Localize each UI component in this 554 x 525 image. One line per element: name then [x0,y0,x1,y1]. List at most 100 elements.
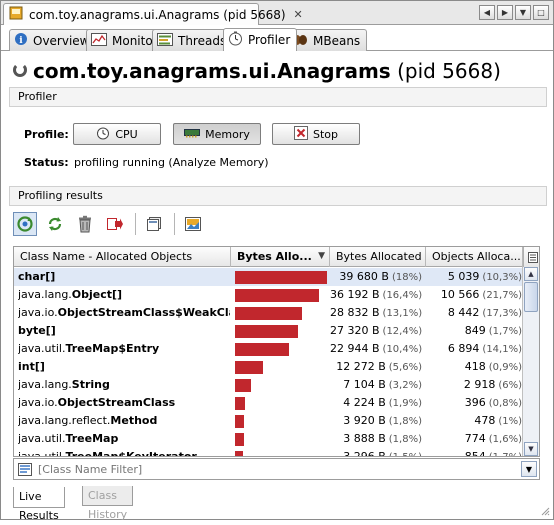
profiler-window: com.toy.anagrams.ui.Anagrams (pid 5668) … [0,0,554,522]
class-simple-name: char[] [18,270,56,283]
bytes-bar-cell [235,268,329,286]
table-row[interactable]: java.lang.String 7 104 B (3,2%) 2 918 (6%) [14,376,523,394]
bytes-allocated-cell: 3 296 B(1,5%) [330,448,422,457]
bytes-bar [235,415,244,428]
table-row[interactable]: java.io.ObjectStreamClass$WeakCla... 28 8… [14,304,523,322]
stop-button[interactable]: Stop [272,123,360,145]
take-snapshot-icon[interactable] [142,212,166,236]
table-row[interactable]: java.util.TreeMap$Entry 22 944 B (10,4%) 6 … [14,340,523,358]
bytes-value: 3 296 B [343,450,386,457]
tab-mbeans-label: MBeans [313,33,361,48]
filter-icon[interactable] [18,462,32,476]
class-name-cell: java.util.TreeMap [18,430,230,448]
objects-percent: (1%) [498,416,522,427]
reset-trash-icon[interactable] [73,212,97,236]
snapshot-export-icon[interactable] [103,212,127,236]
class-name-cell: int[] [18,358,230,376]
bytes-bar [235,271,327,284]
document-tab[interactable]: com.toy.anagrams.ui.Anagrams (pid 5668) … [3,3,303,25]
class-simple-name: TreeMap [65,432,119,445]
bytes-bar-cell [235,322,329,340]
bytes-allocated-cell: 12 272 B (5,6%) [330,358,422,376]
resize-grip-icon[interactable] [540,506,550,516]
memory-icon [184,128,201,141]
tab-live-results[interactable]: Live Results [13,487,65,522]
auto-refresh-icon[interactable] [13,212,37,236]
scroll-thumb[interactable] [524,282,538,312]
tab-threads-label: Threads [178,33,227,48]
package-name: java.io. [18,306,58,319]
table-row[interactable]: java.util.TreeMap 3 888 B (1,8%) 774 (1,6%) [14,430,523,448]
table-row[interactable]: char[] 39 680 B (18%) 5 039 (10,3%) [14,268,523,286]
objects-percent: (1,7%) [488,326,522,337]
close-tab-icon[interactable]: ✕ [294,8,303,21]
table-scrollbar[interactable]: ▲ ▼ [522,267,539,456]
tab-threads[interactable]: Threads [152,29,234,51]
bytes-allocated-cell: 39 680 B (18%) [330,268,422,286]
class-simple-name: byte[] [18,324,56,337]
bytes-percent: (12,4%) [382,326,422,337]
column-objects-allocated[interactable]: Objects Alloca... [426,247,523,267]
maximize-icon[interactable]: □ [533,5,549,20]
bytes-percent: (3,2%) [388,380,422,391]
svg-text:i: i [19,36,23,46]
bytes-percent: (16,4%) [382,290,422,301]
objects-allocated-cell: 774 (1,6%) [426,430,522,448]
filter-dropdown-icon[interactable]: ▼ [521,461,537,477]
package-name: java.util. [18,342,66,355]
class-simple-name: Object[] [71,288,123,301]
objects-percent: (6%) [498,380,522,391]
bytes-percent: (18%) [391,272,422,283]
table-row[interactable]: byte[] 27 320 B (12,4%) 849 (1,7%) [14,322,523,340]
scroll-up-icon[interactable]: ▲ [524,267,538,281]
tab-class-history[interactable]: Class History [82,486,134,521]
results-table: Class Name - Allocated Objects Bytes All… [13,246,540,457]
results-section-header: Profiling results [9,186,547,206]
objects-value: 6 894 [447,342,480,355]
threads-icon [157,32,173,49]
column-class-name[interactable]: Class Name - Allocated Objects [14,247,231,267]
bytes-bar [235,289,319,302]
column-bytes-allocated[interactable]: Bytes Allocated [330,247,426,267]
table-body: char[] 39 680 B (18%) 5 039 (10,3%) java.lang… [14,268,523,457]
column-chooser-icon[interactable] [523,247,539,267]
class-name-filter-input[interactable] [36,461,516,477]
bytes-percent: (1,9%) [388,398,422,409]
bytes-percent: (5,6%) [388,362,422,373]
bytes-value: 3 888 B [343,432,386,445]
refresh-icon[interactable] [43,212,67,236]
bytes-value: 28 832 B [330,306,380,319]
objects-allocated-cell: 418 (0,9%) [426,358,522,376]
tab-overview[interactable]: i Overview [9,29,97,51]
class-name-cell: java.io.ObjectStreamClass$WeakCla... [18,304,230,322]
memory-button[interactable]: Memory [173,123,261,145]
table-row[interactable]: java.lang.reflect.Method 3 920 B (1,8%) 478… [14,412,523,430]
bytes-bar [235,307,302,320]
bytes-bar [235,343,289,356]
class-simple-name: String [71,378,110,391]
heap-dump-icon[interactable] [181,212,205,236]
page-title: com.toy.anagrams.ui.Anagrams (pid 5668) [33,59,501,83]
column-bytes-bar[interactable]: Bytes Allo... ▼ [231,247,330,267]
table-row[interactable]: java.io.ObjectStreamClass 4 224 B (1,9%) 39… [14,394,523,412]
objects-value: 5 039 [447,270,480,283]
objects-value: 854 [464,450,486,457]
cpu-button[interactable]: CPU [73,123,161,145]
scroll-right-icon[interactable]: ▶ [497,5,513,20]
table-row[interactable]: java.lang.Object[] 36 192 B (16,4%) 10 566(… [14,286,523,304]
table-row[interactable]: int[] 12 272 B (5,6%) 418 (0,9%) [14,358,523,376]
document-tab-title: com.toy.anagrams.ui.Anagrams (pid 5668) [29,7,286,22]
bytes-bar-cell [235,340,329,358]
objects-percent: (0,8%) [488,398,522,409]
tab-monitor-label: Monitor [112,33,158,48]
scroll-left-icon[interactable]: ◀ [479,5,495,20]
tab-profiler[interactable]: Profiler [223,28,298,51]
objects-percent: (10,3%) [482,272,522,283]
objects-value: 849 [464,324,486,337]
tab-mbeans[interactable]: MBeans [287,29,368,51]
monitor-icon [91,32,107,49]
scroll-down-icon[interactable]: ▼ [524,442,538,456]
table-row[interactable]: java.util.TreeMap$KeyIterator 3 296 B(1,5… [14,448,523,457]
tab-list-icon[interactable]: ▼ [515,5,531,20]
bytes-bar-cell [235,448,329,456]
